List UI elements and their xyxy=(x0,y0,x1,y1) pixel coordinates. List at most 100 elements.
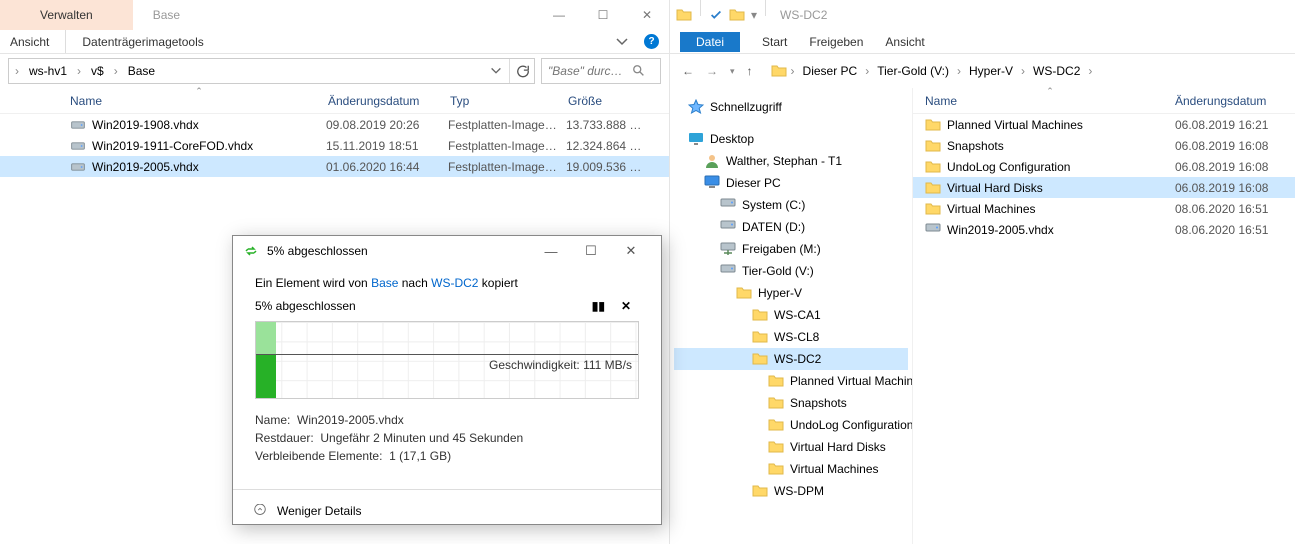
ribbon-tab-freigeben[interactable]: Freigeben xyxy=(809,35,863,49)
copy-arrows-icon xyxy=(243,243,259,259)
tree-item[interactable]: Walther, Stephan - T1 xyxy=(674,150,908,172)
item-name: UndoLog Configuration xyxy=(947,160,1070,174)
chevron-down-icon[interactable] xyxy=(614,34,630,50)
tree-item-label: WS-DPM xyxy=(774,484,824,498)
file-row[interactable]: Win2019-1908.vhdx09.08.2019 20:26Festpla… xyxy=(0,114,669,135)
nav-back-button[interactable]: ← xyxy=(682,64,694,78)
breadcrumb-seg[interactable]: Dieser PC xyxy=(799,64,862,78)
address-bar: ← → ▾ ↑ › Dieser PC› Tier-Gold (V:)› Hyp… xyxy=(670,54,1295,88)
search-input[interactable] xyxy=(548,64,628,78)
address-bar: › ws-hv1› v$› Base xyxy=(0,54,669,88)
tree-item-label: Tier-Gold (V:) xyxy=(742,264,814,278)
tree-item[interactable]: WS-DC2 xyxy=(674,348,908,370)
nav-forward-button[interactable]: → xyxy=(706,64,718,78)
col-name[interactable]: ⌃Name xyxy=(70,94,328,108)
user-icon xyxy=(704,153,720,169)
list-item[interactable]: Win2019-2005.vhdx08.06.2020 16:51 xyxy=(913,219,1295,240)
ribbon-tab-ansicht[interactable]: Ansicht xyxy=(885,35,924,49)
breadcrumb-seg[interactable]: Hyper-V xyxy=(965,64,1017,78)
tree-item[interactable]: Desktop xyxy=(674,128,908,150)
breadcrumb-seg[interactable]: WS-DC2 xyxy=(1029,64,1084,78)
refresh-icon[interactable] xyxy=(516,64,530,78)
pause-button[interactable]: ▮▮ xyxy=(584,298,613,313)
tree-item-label: WS-CA1 xyxy=(774,308,821,322)
tree-item[interactable]: WS-CL8 xyxy=(674,326,908,348)
list-item[interactable]: UndoLog Configuration06.08.2019 16:08 xyxy=(913,156,1295,177)
file-size: 19.009.536 … xyxy=(566,160,646,174)
titlebar: Verwalten Base — ☐ ✕ xyxy=(0,0,669,30)
col-date[interactable]: Änderungsdatum xyxy=(1175,94,1295,108)
list-item[interactable]: Virtual Machines08.06.2020 16:51 xyxy=(913,198,1295,219)
nav-tree: Schnellzugriff DesktopWalther, Stephan - … xyxy=(670,88,913,544)
column-headers: ⌃Name Änderungsdatum Typ Größe xyxy=(0,88,669,114)
chevron-down-icon[interactable] xyxy=(489,64,503,78)
breadcrumb[interactable]: › Dieser PC› Tier-Gold (V:)› Hyper-V› WS… xyxy=(767,58,1287,84)
chevron-up-icon[interactable] xyxy=(253,504,267,518)
disk-icon xyxy=(720,263,736,279)
nav-up-button[interactable]: ↑ xyxy=(747,64,753,78)
maximize-button[interactable]: ☐ xyxy=(581,0,625,30)
tree-item[interactable]: Dieser PC xyxy=(674,172,908,194)
tree-item[interactable]: DATEN (D:) xyxy=(674,216,908,238)
file-size: 13.733.888 … xyxy=(566,118,646,132)
tree-item[interactable]: UndoLog Configuration xyxy=(674,414,908,436)
col-size[interactable]: Größe xyxy=(568,94,648,108)
tree-item[interactable]: System (C:) xyxy=(674,194,908,216)
pc-icon xyxy=(704,175,720,191)
breadcrumb-seg[interactable]: ws-hv1 xyxy=(25,64,71,78)
folder-icon xyxy=(925,117,941,133)
copy-dest-link[interactable]: WS-DC2 xyxy=(431,276,478,290)
maximize-button[interactable]: ☐ xyxy=(571,243,611,259)
close-button[interactable]: ✕ xyxy=(625,0,669,30)
tree-item[interactable]: Hyper-V xyxy=(674,282,908,304)
search-box[interactable] xyxy=(541,58,661,84)
tree-item[interactable]: Virtual Machines xyxy=(674,458,908,480)
tree-item-label: UndoLog Configuration xyxy=(790,418,913,432)
breadcrumb-seg[interactable]: Tier-Gold (V:) xyxy=(873,64,953,78)
breadcrumb-seg[interactable]: v$ xyxy=(87,64,108,78)
title-tab-manage[interactable]: Verwalten xyxy=(0,0,133,30)
folder-icon xyxy=(925,180,941,196)
percent-label: 5% abgeschlossen xyxy=(255,299,356,313)
item-date: 06.08.2019 16:08 xyxy=(1175,181,1268,195)
tree-item[interactable]: Snapshots xyxy=(674,392,908,414)
list-item[interactable]: Planned Virtual Machines06.08.2019 16:21 xyxy=(913,114,1295,135)
copy-source-link[interactable]: Base xyxy=(371,276,398,290)
tree-item-label: Schnellzugriff xyxy=(710,100,782,114)
file-type: Festplatten-Image… xyxy=(448,160,566,174)
breadcrumb[interactable]: › ws-hv1› v$› Base xyxy=(8,58,535,84)
help-icon[interactable]: ? xyxy=(644,34,659,49)
tree-item[interactable]: WS-DPM xyxy=(674,480,908,502)
minimize-button[interactable]: — xyxy=(531,244,571,259)
folder-icon xyxy=(752,307,768,323)
list-item[interactable]: Virtual Hard Disks 06.08.2019 16:08 xyxy=(913,177,1295,198)
item-date: 06.08.2019 16:21 xyxy=(1175,118,1268,132)
file-row[interactable]: Win2019-1911-CoreFOD.vhdx15.11.2019 18:5… xyxy=(0,135,669,156)
nav-history-button[interactable]: ▾ xyxy=(730,66,735,77)
list-item[interactable]: Snapshots06.08.2019 16:08 xyxy=(913,135,1295,156)
tree-item[interactable]: Tier-Gold (V:) xyxy=(674,260,908,282)
tree-item[interactable]: Freigaben (M:) xyxy=(674,238,908,260)
less-details-button[interactable]: Weniger Details xyxy=(277,504,361,518)
close-button[interactable]: ✕ xyxy=(611,243,651,259)
tree-item-label: Snapshots xyxy=(790,396,847,410)
col-name[interactable]: ⌃Name xyxy=(925,94,1175,108)
breadcrumb-seg[interactable]: Base xyxy=(124,64,159,78)
minimize-button[interactable]: — xyxy=(537,0,581,30)
col-type[interactable]: Typ xyxy=(450,94,568,108)
ribbon-tab-datei[interactable]: Datei xyxy=(680,32,740,52)
check-icon[interactable] xyxy=(709,8,723,22)
tree-item[interactable]: WS-CA1 xyxy=(674,304,908,326)
item-name: Virtual Hard Disks xyxy=(947,181,1043,195)
tree-item[interactable]: Planned Virtual Machines xyxy=(674,370,908,392)
ribbon: Ansicht Datenträgerimagetools ? xyxy=(0,30,669,54)
ribbon-tab-start[interactable]: Start xyxy=(762,35,787,49)
ribbon-tab-ansicht[interactable]: Ansicht xyxy=(10,35,49,49)
file-row[interactable]: Win2019-2005.vhdx01.06.2020 16:44Festpla… xyxy=(0,156,669,177)
col-date[interactable]: Änderungsdatum xyxy=(328,94,450,108)
ribbon-tab-imagetools[interactable]: Datenträgerimagetools xyxy=(82,35,203,49)
folder-icon[interactable] xyxy=(729,7,745,23)
tree-item[interactable]: Virtual Hard Disks xyxy=(674,436,908,458)
tree-item[interactable]: Schnellzugriff xyxy=(674,96,908,118)
cancel-copy-button[interactable]: ✕ xyxy=(613,298,639,313)
